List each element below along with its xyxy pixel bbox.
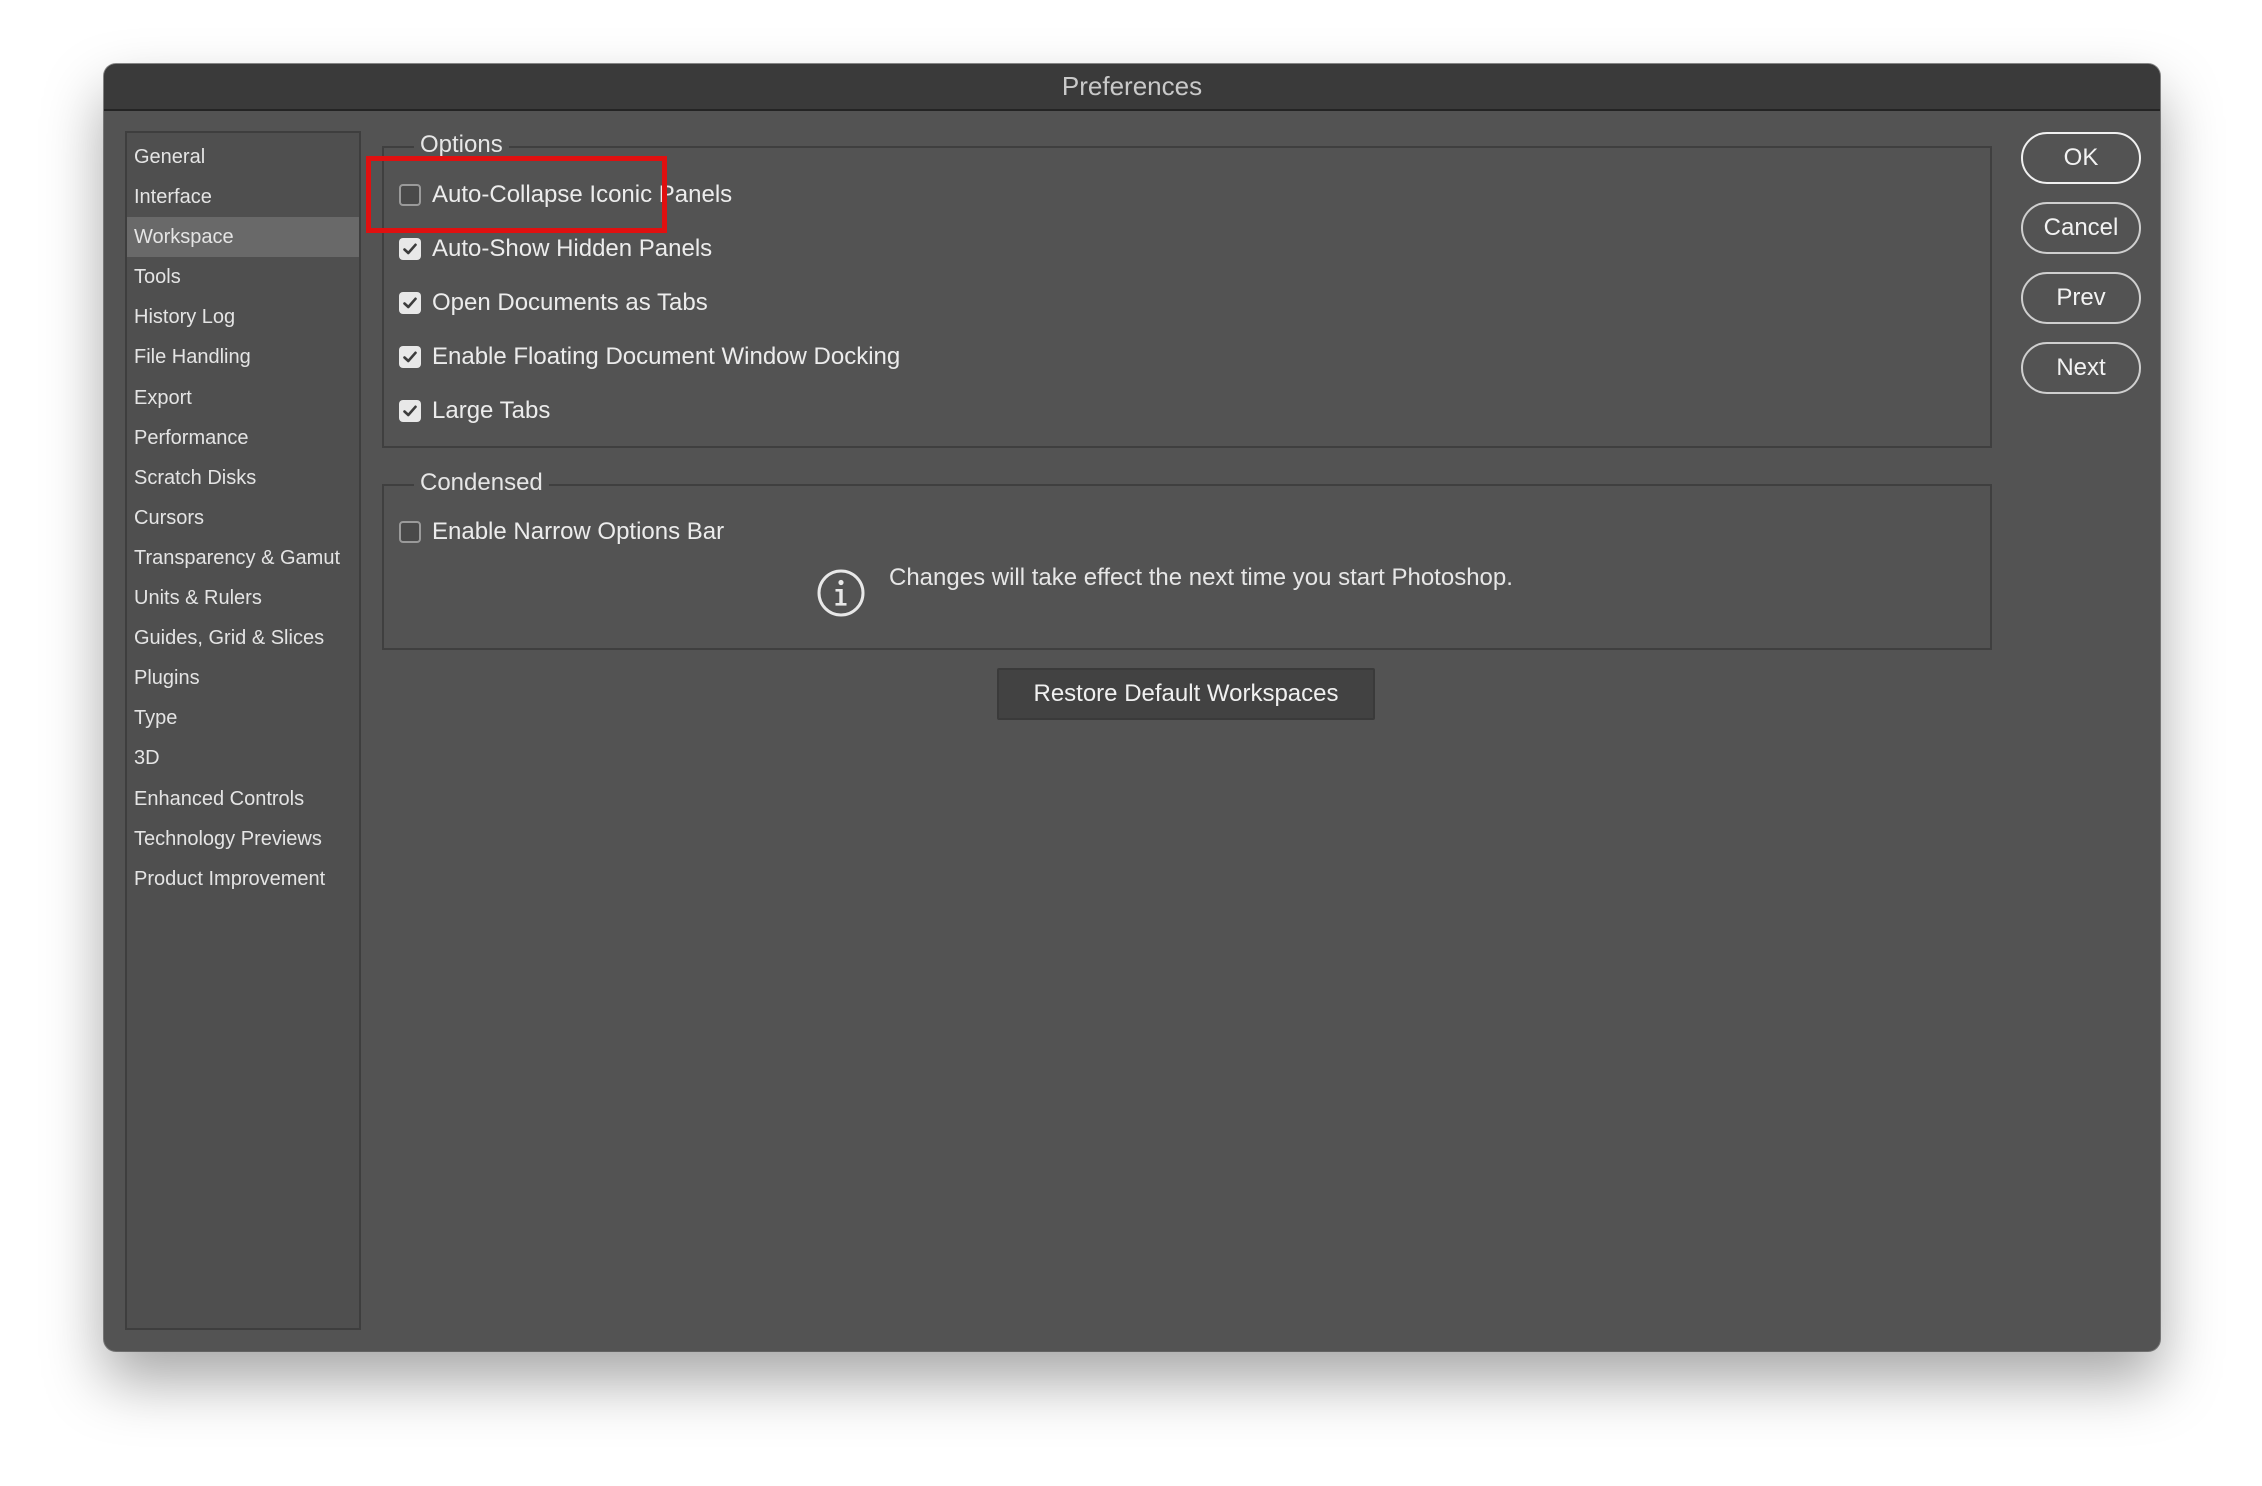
sidebar-item-units-rulers[interactable]: Units & Rulers	[127, 578, 359, 618]
title-bar[interactable]: Preferences	[104, 64, 2160, 111]
sidebar-item-plugins[interactable]: Plugins	[127, 658, 359, 698]
option-open-documents-as-tabs[interactable]: Open Documents as Tabs	[399, 283, 708, 323]
sidebar-item-scratch-disks[interactable]: Scratch Disks	[127, 458, 359, 498]
option-auto-show-hidden-panels[interactable]: Auto-Show Hidden Panels	[399, 229, 712, 269]
restore-default-workspaces-button[interactable]: Restore Default Workspaces	[997, 668, 1375, 720]
checkbox-checked[interactable]	[399, 238, 421, 260]
sidebar-item-cursors[interactable]: Cursors	[127, 498, 359, 538]
checkbox-checked[interactable]	[399, 292, 421, 314]
preferences-sidebar: General Interface Workspace Tools Histor…	[125, 131, 361, 1330]
sidebar-item-performance[interactable]: Performance	[127, 418, 359, 458]
condensed-legend: Condensed	[414, 464, 549, 502]
option-large-tabs[interactable]: Large Tabs	[399, 391, 550, 431]
restart-notice-text: Changes will take effect the next time y…	[889, 564, 1513, 591]
option-label: Enable Narrow Options Bar	[432, 518, 725, 545]
highlight-annotation	[366, 156, 667, 233]
sidebar-item-enhanced-controls[interactable]: Enhanced Controls	[127, 779, 359, 819]
preferences-window: Preferences General Interface Workspace …	[104, 64, 2160, 1351]
next-button[interactable]: Next	[2021, 342, 2141, 394]
sidebar-item-tools[interactable]: Tools	[127, 257, 359, 297]
sidebar-item-transparency-gamut[interactable]: Transparency & Gamut	[127, 538, 359, 578]
sidebar-item-guides-grid-slices[interactable]: Guides, Grid & Slices	[127, 618, 359, 658]
prev-button[interactable]: Prev	[2021, 272, 2141, 324]
sidebar-item-export[interactable]: Export	[127, 378, 359, 418]
checkbox-checked[interactable]	[399, 346, 421, 368]
sidebar-item-workspace[interactable]: Workspace	[127, 217, 359, 258]
checkbox-checked[interactable]	[399, 400, 421, 422]
option-enable-narrow-options-bar[interactable]: Enable Narrow Options Bar	[399, 512, 724, 552]
option-enable-floating-document-window-docking[interactable]: Enable Floating Document Window Docking	[399, 337, 900, 377]
checkmark-icon	[403, 405, 417, 417]
option-label: Large Tabs	[432, 397, 551, 424]
ok-button[interactable]: OK	[2021, 132, 2141, 184]
sidebar-item-file-handling[interactable]: File Handling	[127, 337, 359, 377]
sidebar-item-history-log[interactable]: History Log	[127, 297, 359, 337]
option-label: Auto-Show Hidden Panels	[432, 235, 713, 262]
cancel-button[interactable]: Cancel	[2021, 202, 2141, 254]
sidebar-item-3d[interactable]: 3D	[127, 738, 359, 778]
window-title: Preferences	[1061, 71, 1203, 101]
sidebar-item-product-improvement[interactable]: Product Improvement	[127, 859, 359, 899]
checkmark-icon	[403, 297, 417, 309]
option-label: Open Documents as Tabs	[432, 289, 708, 316]
restart-notice: Changes will take effect the next time y…	[816, 564, 1513, 618]
checkbox-unchecked[interactable]	[399, 521, 421, 543]
sidebar-item-technology-previews[interactable]: Technology Previews	[127, 819, 359, 859]
sidebar-item-interface[interactable]: Interface	[127, 177, 359, 217]
info-icon	[817, 569, 865, 617]
option-label: Enable Floating Document Window Docking	[432, 343, 901, 370]
checkmark-icon	[403, 351, 417, 363]
checkmark-icon	[403, 243, 417, 255]
sidebar-item-type[interactable]: Type	[127, 698, 359, 738]
sidebar-item-general[interactable]: General	[127, 137, 359, 177]
